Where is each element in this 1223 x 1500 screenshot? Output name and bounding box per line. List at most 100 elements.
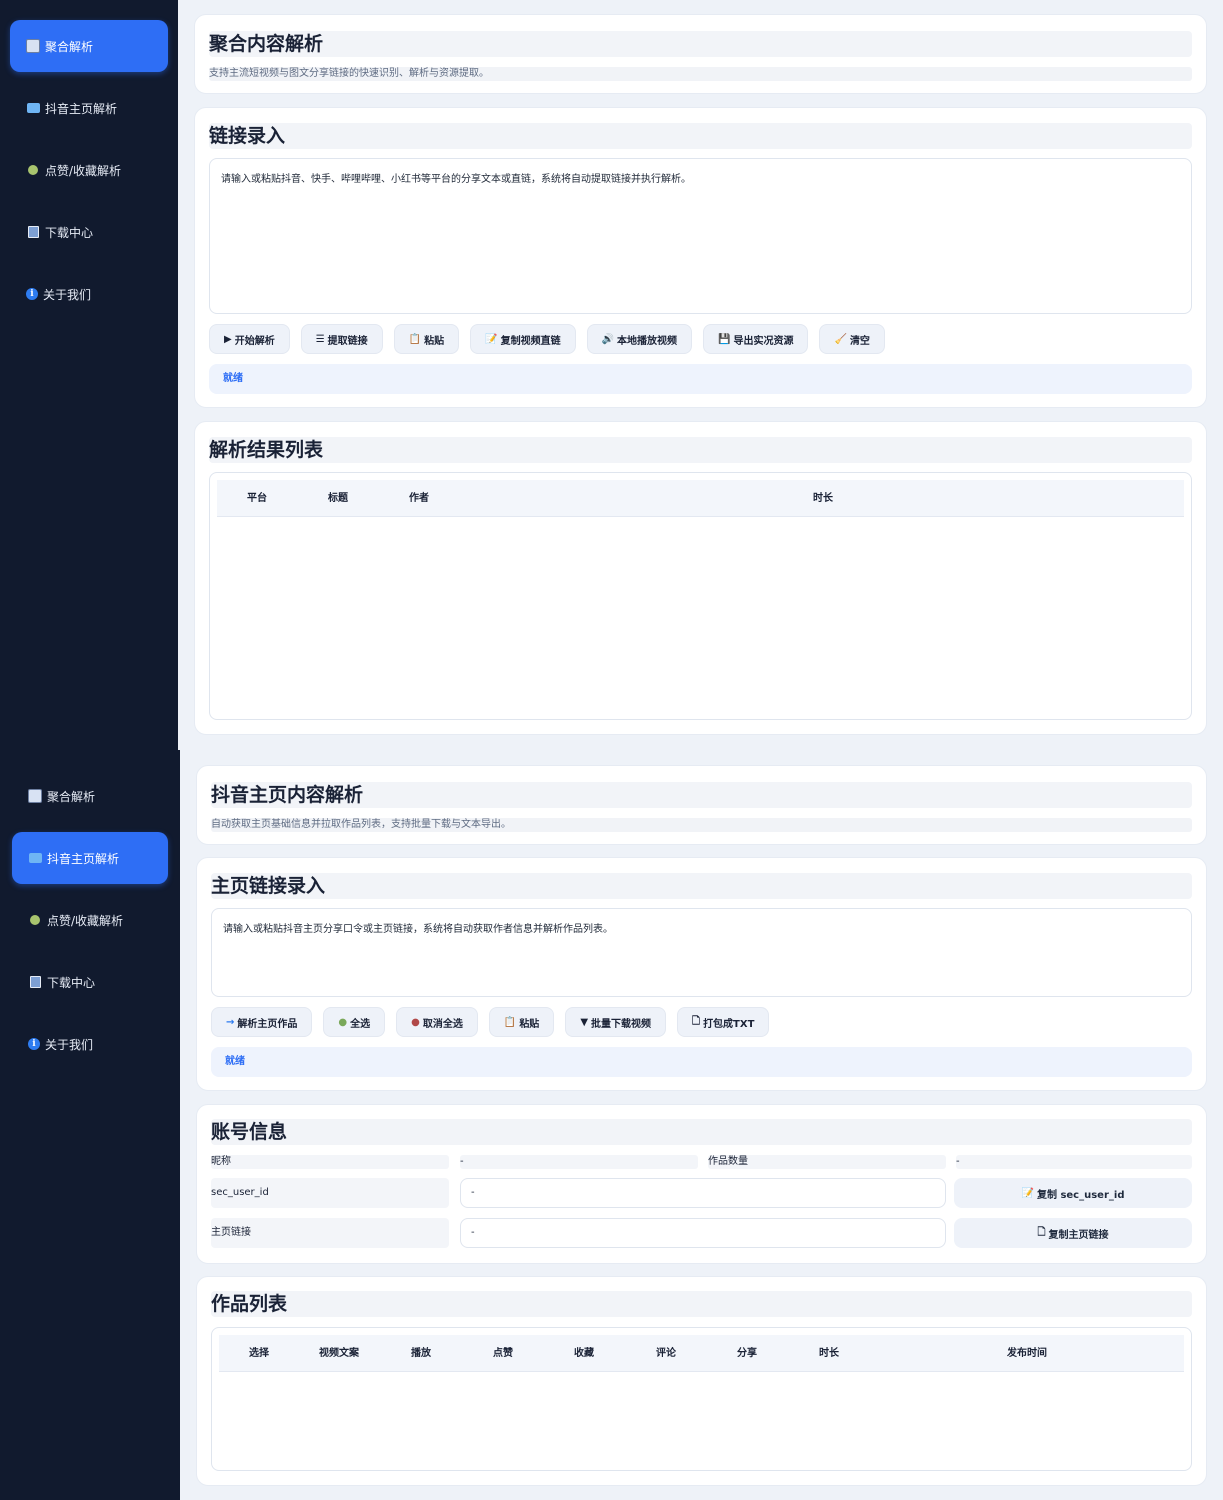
button-label: 粘贴 <box>424 335 445 347</box>
results-table: 平台 标题 作者 时长 <box>209 472 1192 720</box>
clear-button[interactable]: 🧹 清空 <box>819 324 885 354</box>
homepage-link-label: 主页链接 <box>211 1218 449 1248</box>
export-live-button[interactable]: 💾 导出实况资源 <box>703 324 809 354</box>
document-icon <box>26 39 40 53</box>
sidebar-item-label: 点赞/收藏解析 <box>47 913 124 928</box>
parse-homepage-button[interactable]: → 解析主页作品 <box>211 1007 313 1037</box>
screen-douyin-home-parse: 聚合解析 抖音主页解析 点赞/收藏解析 下载中心 i 关于我们 抖音主页内容解析… <box>0 750 1223 1500</box>
homepage-link-field[interactable]: - <box>460 1218 946 1248</box>
button-label: 本地播放视频 <box>617 335 678 347</box>
triangle-down-icon: ▼ <box>580 1016 589 1028</box>
sidebar-item-about[interactable]: i 关于我们 <box>12 1018 168 1070</box>
homepage-textarea[interactable]: 请输入或粘贴抖音主页分享口令或主页链接，系统将自动获取作者信息并解析作品列表。 <box>211 908 1192 997</box>
button-label: 解析主页作品 <box>237 1018 298 1030</box>
sidebar-item-aggregate[interactable]: 聚合解析 <box>10 20 168 72</box>
page-title: 聚合内容解析 <box>209 31 1192 57</box>
column-header[interactable]: 视频文案 <box>319 1335 359 1372</box>
folder-icon <box>26 101 40 115</box>
arrow-right-icon: → <box>226 1016 235 1028</box>
paste-button[interactable]: 📋 粘贴 <box>488 1007 555 1037</box>
sidebar-item-label: 点赞/收藏解析 <box>45 163 122 178</box>
table-header: 选择 视频文案 播放 点赞 收藏 评论 分享 时长 发布时间 <box>219 1335 1184 1372</box>
section-title: 账号信息 <box>211 1119 1192 1145</box>
save-icon <box>26 225 40 239</box>
export-txt-button[interactable]: 🗋 打包成TXT <box>677 1007 770 1037</box>
sec-user-id-row: sec_user_id - 📝 复制 sec_user_id <box>211 1178 1192 1208</box>
sec-user-id-field[interactable]: - <box>460 1178 946 1208</box>
deselect-all-button[interactable]: ● 取消全选 <box>396 1007 478 1037</box>
paste-button[interactable]: 📋 粘贴 <box>393 324 460 354</box>
action-buttons: ▶ 开始解析 ☰ 提取链接 📋 粘贴 📝 复制视频直链 🔊 本地播放视频 💾 导出实况资源 … <box>209 324 1192 354</box>
column-header[interactable]: 选择 <box>249 1335 269 1372</box>
status-bar: 就绪 <box>209 364 1192 394</box>
button-label: 复制主页链接 <box>1048 1229 1109 1241</box>
sidebar-item-label: 下载中心 <box>47 975 96 990</box>
sidebar-item-label: 关于我们 <box>45 1037 94 1052</box>
button-label: 批量下载视频 <box>591 1018 652 1030</box>
page-subtitle: 自动获取主页基础信息并拉取作品列表，支持批量下载与文本导出。 <box>211 818 1192 832</box>
sidebar-item-label: 抖音主页解析 <box>47 851 120 866</box>
local-play-button[interactable]: 🔊 本地播放视频 <box>586 324 693 354</box>
main-content: 聚合内容解析 支持主流短视频与图文分享链接的快速识别、解析与资源提取。 链接录入… <box>178 0 1223 750</box>
button-label: 导出实况资源 <box>733 335 794 347</box>
info-icon: i <box>26 288 38 300</box>
sidebar-item-aggregate[interactable]: 聚合解析 <box>12 770 168 822</box>
start-parse-button[interactable]: ▶ 开始解析 <box>209 324 290 354</box>
action-buttons: → 解析主页作品 ● 全选 ● 取消全选 📋 粘贴 ▼ 批量下载视频 🗋 打包成TXT <box>211 1007 1192 1037</box>
page-title: 抖音主页内容解析 <box>211 782 1192 808</box>
clipboard-icon: 📋 <box>503 1016 517 1028</box>
column-header[interactable]: 时长 <box>813 480 833 517</box>
link-textarea[interactable]: 请输入或粘贴抖音、快手、哔哩哔哩、小红书等平台的分享文本或直链，系统将自动提取链… <box>209 158 1192 314</box>
page-icon: 🗋 <box>1037 1226 1046 1238</box>
section-title: 链接录入 <box>209 123 1192 149</box>
column-header[interactable]: 时长 <box>819 1335 839 1372</box>
table-header: 平台 标题 作者 时长 <box>217 480 1184 517</box>
column-header[interactable]: 评论 <box>656 1335 676 1372</box>
section-title: 作品列表 <box>211 1291 1192 1317</box>
works-list-card: 作品列表 选择 视频文案 播放 点赞 收藏 评论 分享 时长 发布时间 <box>196 1276 1207 1486</box>
copy-video-link-button[interactable]: 📝 复制视频直链 <box>470 324 576 354</box>
sidebar-item-likes[interactable]: 点赞/收藏解析 <box>10 144 168 196</box>
save-icon <box>28 975 42 989</box>
button-label: 复制 sec_user_id <box>1036 1189 1125 1201</box>
sidebar-item-about[interactable]: i 关于我们 <box>10 268 168 320</box>
memo-icon: 📝 <box>485 333 498 345</box>
column-header[interactable]: 收藏 <box>574 1335 594 1372</box>
textarea-placeholder: 请输入或粘贴抖音、快手、哔哩哔哩、小红书等平台的分享文本或直链，系统将自动提取链… <box>221 174 691 185</box>
column-header[interactable]: 发布时间 <box>1007 1335 1047 1372</box>
list-icon: ☰ <box>315 333 325 345</box>
dot-icon <box>28 913 42 927</box>
sidebar-item-douyin-home[interactable]: 抖音主页解析 <box>12 832 168 884</box>
play-icon: ▶ <box>224 333 232 345</box>
works-count-value: - <box>956 1155 1192 1169</box>
column-header[interactable]: 分享 <box>737 1335 757 1372</box>
nickname-label: 昵称 <box>211 1155 449 1169</box>
button-label: 提取链接 <box>327 335 368 347</box>
column-header[interactable]: 作者 <box>409 480 429 517</box>
dot-icon <box>26 163 40 177</box>
sec-user-id-label: sec_user_id <box>211 1178 449 1208</box>
sidebar-item-label: 聚合解析 <box>45 39 94 54</box>
textarea-placeholder: 请输入或粘贴抖音主页分享口令或主页链接，系统将自动获取作者信息并解析作品列表。 <box>223 924 613 935</box>
extract-link-button[interactable]: ☰ 提取链接 <box>300 324 383 354</box>
sidebar-item-downloads[interactable]: 下载中心 <box>12 956 168 1008</box>
sidebar-item-likes[interactable]: 点赞/收藏解析 <box>12 894 168 946</box>
column-header[interactable]: 点赞 <box>493 1335 513 1372</box>
clipboard-icon: 📋 <box>408 333 422 345</box>
select-all-button[interactable]: ● 全选 <box>323 1007 386 1037</box>
column-header[interactable]: 平台 <box>247 480 267 517</box>
column-header[interactable]: 标题 <box>328 480 348 517</box>
sidebar-item-downloads[interactable]: 下载中心 <box>10 206 168 258</box>
sidebar-item-label: 下载中心 <box>45 225 94 240</box>
works-count-label: 作品数量 <box>708 1155 946 1169</box>
sidebar-item-douyin-home[interactable]: 抖音主页解析 <box>10 82 168 134</box>
copy-homepage-link-button[interactable]: 🗋 复制主页链接 <box>954 1218 1192 1248</box>
homepage-link-row: 主页链接 - 🗋 复制主页链接 <box>211 1218 1192 1248</box>
copy-sec-user-id-button[interactable]: 📝 复制 sec_user_id <box>954 1178 1192 1208</box>
batch-download-button[interactable]: ▼ 批量下载视频 <box>565 1007 667 1037</box>
column-header[interactable]: 播放 <box>411 1335 431 1372</box>
account-info-card: 账号信息 昵称 - 作品数量 - sec_user_id - 📝 复制 sec_u… <box>196 1104 1207 1264</box>
broom-icon: 🧹 <box>834 333 847 345</box>
info-icon: i <box>28 1038 40 1050</box>
account-summary-row: 昵称 - 作品数量 - <box>211 1155 1192 1169</box>
